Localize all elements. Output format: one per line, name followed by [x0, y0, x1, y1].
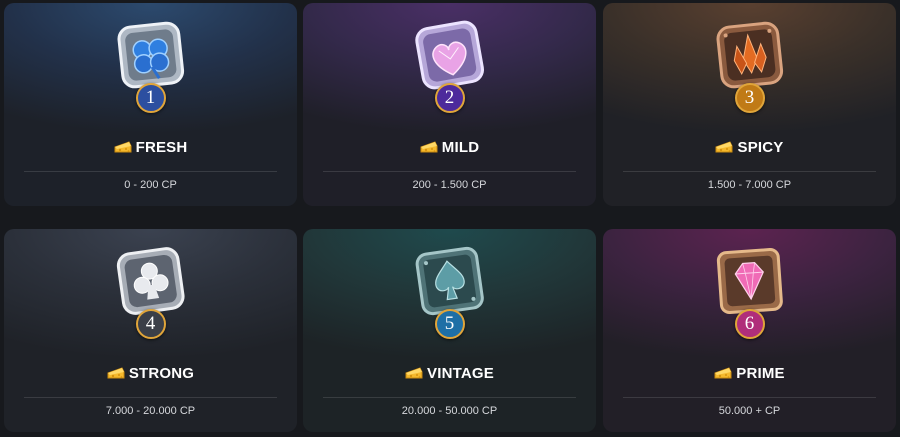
- level-badge: 2: [434, 83, 465, 113]
- tier-icon-container: 1: [111, 15, 191, 113]
- divider: [24, 171, 277, 172]
- tier-range: 1.500 - 7.000 CP: [707, 179, 792, 191]
- tier-name: PRIME: [736, 365, 785, 382]
- cheese-icon: [714, 366, 732, 380]
- level-badge: 3: [734, 83, 765, 113]
- tier-range: 7.000 - 20.000 CP: [105, 405, 196, 417]
- tier-range: 0 - 200 CP: [124, 179, 177, 191]
- tier-icon-container: 6: [710, 241, 790, 339]
- cheese-icon: [114, 140, 132, 154]
- tier-icon-container: 4: [111, 241, 191, 339]
- tier-icon-container: 2: [410, 15, 490, 113]
- tier-range: 200 - 1.500 CP: [412, 179, 487, 191]
- tier-title: FRESH: [4, 139, 297, 156]
- divider: [323, 397, 576, 398]
- divider: [623, 397, 876, 398]
- divider: [24, 397, 277, 398]
- tier-title: STRONG: [4, 365, 297, 382]
- tier-title: MILD: [303, 139, 596, 156]
- tier-title: SPICY: [603, 139, 896, 156]
- tier-card-prime[interactable]: 6 PRIME 50.000 + CP: [603, 229, 896, 432]
- cheese-icon: [405, 366, 423, 380]
- tier-range: 50.000 + CP: [718, 405, 781, 417]
- cheese-icon: [715, 140, 733, 154]
- tier-name: FRESH: [135, 139, 188, 156]
- level-badge: 6: [734, 309, 765, 339]
- tier-name: SPICY: [737, 139, 784, 156]
- level-badge: 4: [135, 309, 166, 339]
- tier-icon-container: 5: [410, 241, 490, 339]
- tier-grid: 1 FRESH 0 - 200 CP 2 MILD 200 - 1.500 CP: [0, 0, 900, 437]
- tier-name: VINTAGE: [427, 365, 494, 382]
- tier-name: MILD: [441, 139, 480, 156]
- tier-card-spicy[interactable]: 3 SPICY 1.500 - 7.000 CP: [603, 3, 896, 206]
- tier-name: STRONG: [128, 365, 195, 382]
- tier-card-strong[interactable]: 4 STRONG 7.000 - 20.000 CP: [4, 229, 297, 432]
- level-badge: 5: [434, 309, 465, 339]
- cheese-icon: [420, 140, 438, 154]
- tier-card-mild[interactable]: 2 MILD 200 - 1.500 CP: [303, 3, 596, 206]
- tier-card-vintage[interactable]: 5 VINTAGE 20.000 - 50.000 CP: [303, 229, 596, 432]
- tier-title: VINTAGE: [303, 365, 596, 382]
- cheese-icon: [107, 366, 125, 380]
- divider: [323, 171, 576, 172]
- tier-range: 20.000 - 50.000 CP: [401, 405, 498, 417]
- tier-icon-container: 3: [710, 15, 790, 113]
- tier-card-fresh[interactable]: 1 FRESH 0 - 200 CP: [4, 3, 297, 206]
- level-badge: 1: [135, 83, 166, 113]
- divider: [623, 171, 876, 172]
- tier-title: PRIME: [603, 365, 896, 382]
